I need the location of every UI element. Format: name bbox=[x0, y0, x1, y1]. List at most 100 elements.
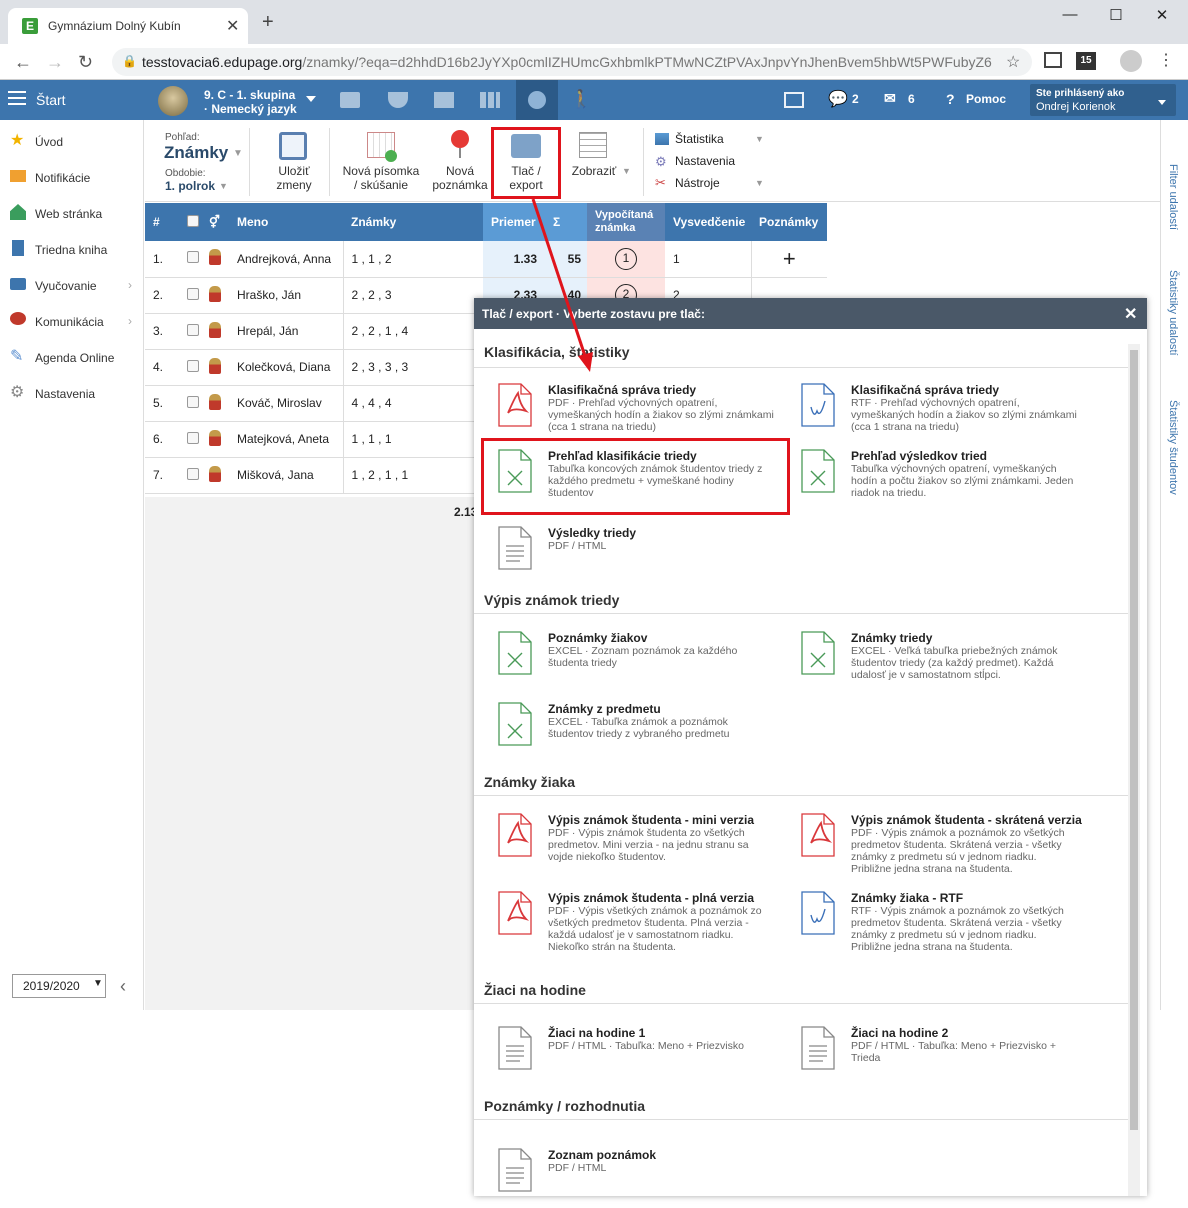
filter-events-link[interactable]: Filter udalostí bbox=[1167, 164, 1179, 230]
report-item[interactable]: Výsledky triedy PDF / HTML bbox=[474, 526, 774, 586]
collapse-sidebar-icon[interactable]: ‹ bbox=[120, 976, 126, 997]
event-stats-link[interactable]: Štatistiky udalostí bbox=[1167, 270, 1179, 356]
new-tab-icon[interactable]: + bbox=[262, 12, 274, 32]
chevron-down-icon[interactable] bbox=[306, 96, 316, 102]
close-tab-icon[interactable]: ✕ bbox=[226, 16, 239, 36]
start-link[interactable]: Štart bbox=[36, 92, 66, 108]
certificate-grade[interactable]: 1 bbox=[665, 241, 751, 278]
briefcase-icon[interactable] bbox=[340, 92, 360, 108]
student-grades[interactable]: 2 , 2 , 1 , 4 bbox=[342, 313, 483, 350]
mail-count[interactable]: 6 bbox=[908, 92, 915, 106]
report-title[interactable]: Známky z predmetu bbox=[548, 702, 661, 716]
sidebar-item-triedna-kniha[interactable]: Triedna kniha bbox=[0, 230, 144, 266]
report-item[interactable]: Známky triedy EXCEL · Veľká tabuľka prieb… bbox=[777, 631, 1077, 691]
cast-icon[interactable] bbox=[784, 92, 804, 108]
col-certificate[interactable]: Vysvedčenie bbox=[665, 203, 751, 241]
report-item[interactable]: Žiaci na hodine 1 PDF / HTML · Tabuľka: M… bbox=[474, 1026, 774, 1086]
shield-icon[interactable] bbox=[388, 92, 408, 108]
row-checkbox-cell[interactable] bbox=[179, 277, 201, 314]
view-select[interactable]: Známky bbox=[164, 143, 228, 163]
col-grades[interactable]: Známky bbox=[343, 203, 483, 241]
report-item[interactable]: Prehľad výsledkov tried Tabuľka výchovnýc… bbox=[777, 449, 1077, 509]
row-checkbox[interactable] bbox=[187, 359, 199, 372]
sidebar-item-agenda[interactable]: ✎ Agenda Online bbox=[0, 338, 144, 374]
row-checkbox-cell[interactable] bbox=[179, 241, 201, 278]
col-sum[interactable]: Σ bbox=[545, 203, 587, 241]
row-checkbox[interactable] bbox=[187, 323, 199, 336]
student-grades[interactable]: 2 , 2 , 3 bbox=[342, 277, 483, 314]
sidebar-item-notifikacie[interactable]: Notifikácie bbox=[0, 158, 144, 194]
table-row[interactable]: 1. Andrejková, Anna 1 , 1 , 2 1.33 55 1 1 + bbox=[145, 241, 827, 278]
new-test-button[interactable]: Nová písomka / skúšanie bbox=[339, 164, 423, 192]
row-checkbox[interactable] bbox=[187, 395, 199, 408]
help-link[interactable]: Pomoc bbox=[966, 92, 1006, 106]
row-checkbox[interactable] bbox=[187, 431, 199, 444]
student-name[interactable]: Kolečková, Diana bbox=[229, 349, 343, 386]
reload-icon[interactable]: ↻ bbox=[78, 52, 93, 73]
student-name[interactable]: Hraško, Ján bbox=[229, 277, 343, 314]
sidebar-item-nastavenia[interactable]: ⚙ Nastavenia bbox=[0, 374, 144, 410]
col-calculated-grade[interactable]: Vypočítaná známka bbox=[587, 203, 665, 241]
student-name[interactable]: Mišková, Jana bbox=[229, 457, 343, 494]
period-select[interactable]: 1. polrok bbox=[165, 179, 215, 193]
save-button[interactable]: Uložiť zmeny bbox=[269, 164, 319, 192]
show-button[interactable]: Zobraziť bbox=[571, 164, 617, 178]
report-title[interactable]: Výpis známok študenta - mini verzia bbox=[548, 813, 754, 827]
sidebar-item-uvod[interactable]: ★ Úvod bbox=[0, 122, 144, 158]
report-title[interactable]: Známky triedy bbox=[851, 631, 932, 645]
row-checkbox-cell[interactable] bbox=[179, 421, 201, 458]
student-grades[interactable]: 2 , 3 , 3 , 3 bbox=[342, 349, 483, 386]
browser-tab[interactable]: E Gymnázium Dolný Kubín ✕ bbox=[8, 8, 248, 44]
student-name[interactable]: Andrejková, Anna bbox=[229, 241, 343, 278]
profile-avatar-icon[interactable] bbox=[1120, 50, 1142, 72]
report-item[interactable]: Výpis známok študenta - plná verzia PDF ·… bbox=[474, 891, 774, 953]
student-grades[interactable]: 1 , 1 , 2 bbox=[342, 241, 483, 278]
subject-name[interactable]: · Nemecký jazyk bbox=[204, 102, 297, 116]
student-stats-link[interactable]: Štatistiky študentov bbox=[1167, 400, 1179, 495]
settings-menu[interactable]: Nastavenia bbox=[675, 154, 735, 168]
col-gender[interactable]: ⚥ bbox=[201, 203, 229, 241]
report-item[interactable]: Známky žiaka - RTF RTF · Výpis známok a p… bbox=[777, 891, 1077, 953]
maximize-icon[interactable]: ☐ bbox=[1096, 6, 1136, 26]
report-item[interactable]: Výpis známok študenta - mini verzia PDF ·… bbox=[474, 813, 774, 873]
new-note-button[interactable]: Nová poznámka bbox=[431, 164, 489, 192]
url-field[interactable]: 🔒 tesstovacia6.edupage.org/znamky/?eqa=d… bbox=[112, 48, 1032, 76]
sidebar-item-vyucovanie[interactable]: Vyučovanie › bbox=[0, 266, 144, 302]
close-icon[interactable]: ✕ bbox=[1124, 304, 1137, 324]
select-all-checkbox[interactable] bbox=[187, 214, 199, 227]
report-title[interactable]: Poznámky žiakov bbox=[548, 631, 647, 645]
walking-icon[interactable]: 🚶 bbox=[570, 89, 592, 109]
report-item[interactable]: Známky z predmetu EXCEL · Tabuľka známok … bbox=[474, 702, 774, 762]
report-item[interactable]: Zoznam poznámok PDF / HTML bbox=[474, 1148, 774, 1208]
student-grades[interactable]: 4 , 4 , 4 bbox=[342, 385, 483, 422]
menu-dots-icon[interactable]: ⋮ bbox=[1158, 50, 1174, 70]
row-checkbox-cell[interactable] bbox=[179, 385, 201, 422]
back-icon[interactable]: ← bbox=[14, 52, 32, 73]
building-icon[interactable] bbox=[434, 92, 454, 108]
report-title[interactable]: Zoznam poznámok bbox=[548, 1148, 656, 1162]
class-name[interactable]: 9. C - 1. skupina bbox=[204, 88, 295, 102]
mail-icon[interactable]: ✉ bbox=[884, 90, 896, 107]
row-checkbox[interactable] bbox=[187, 251, 199, 264]
scrollbar-thumb[interactable] bbox=[1130, 350, 1138, 1130]
floppy-disk-icon[interactable] bbox=[279, 132, 307, 160]
report-title[interactable]: Prehľad výsledkov tried bbox=[851, 449, 987, 463]
report-item[interactable]: Poznámky žiakov EXCEL · Zoznam poznámok z… bbox=[474, 631, 774, 691]
chat-bubble-icon[interactable]: 💬 bbox=[828, 89, 848, 109]
report-title[interactable]: Výpis známok študenta - skrátená verzia bbox=[851, 813, 1082, 827]
year-select[interactable]: 2019/2020 ▼ bbox=[12, 974, 106, 998]
tools-menu[interactable]: Nástroje bbox=[675, 176, 720, 190]
minimize-icon[interactable]: — bbox=[1050, 6, 1090, 26]
report-title[interactable]: Klasifikačná správa triedy bbox=[851, 383, 999, 397]
grades-tab[interactable] bbox=[516, 80, 558, 120]
bookmark-star-icon[interactable]: ☆ bbox=[1006, 52, 1020, 72]
messages-count[interactable]: 2 bbox=[852, 92, 859, 106]
notes-cell[interactable]: + bbox=[750, 241, 827, 278]
sidebar-item-web[interactable]: Web stránka bbox=[0, 194, 144, 230]
report-title[interactable]: Klasifikačná správa triedy bbox=[548, 383, 696, 397]
student-name[interactable]: Kováč, Miroslav bbox=[229, 385, 343, 422]
col-average[interactable]: Priemer bbox=[483, 203, 545, 241]
student-grades[interactable]: 1 , 2 , 1 , 1 bbox=[342, 457, 483, 494]
report-title[interactable]: Výsledky triedy bbox=[548, 526, 636, 540]
report-item[interactable]: Klasifikačná správa triedy PDF · Prehľad … bbox=[474, 383, 774, 443]
